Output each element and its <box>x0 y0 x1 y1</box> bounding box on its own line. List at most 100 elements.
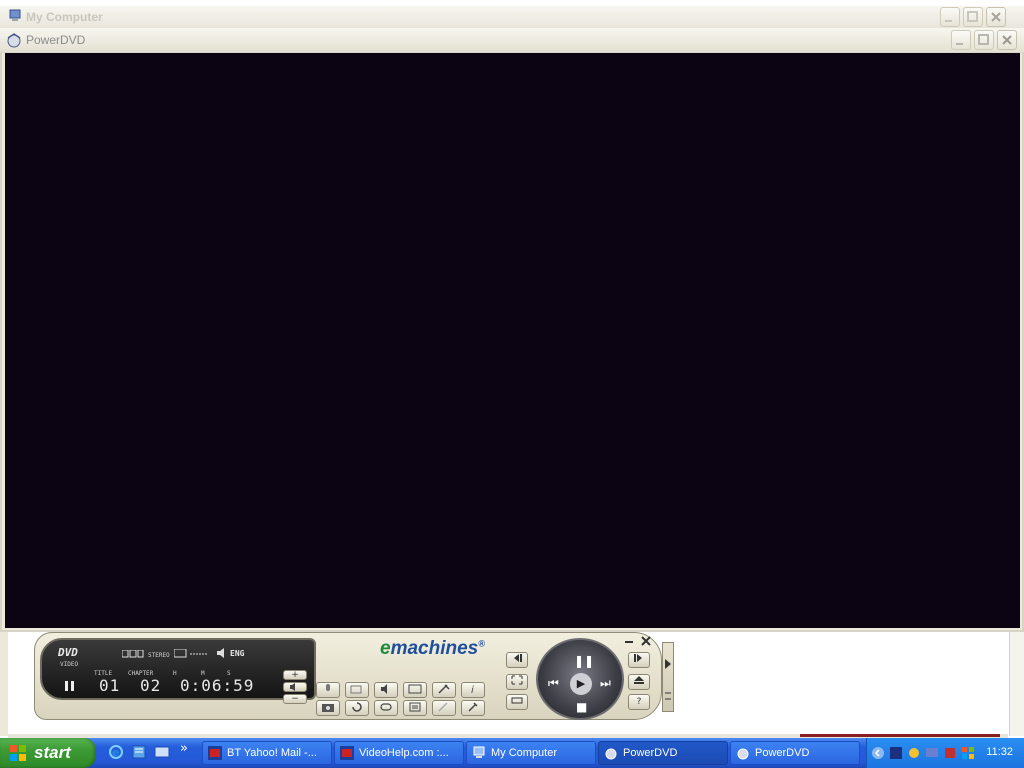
task-powerdvd-active[interactable]: PowerDVD <box>598 741 728 765</box>
audio-channels-icon <box>122 650 144 658</box>
powerdvd-maximize-button[interactable] <box>974 30 994 50</box>
emachines-brand: emachines® <box>380 638 485 660</box>
return-button[interactable] <box>345 700 369 716</box>
camera-angle-icon <box>350 685 362 694</box>
task-label: My Computer <box>491 747 558 759</box>
task-videohelp[interactable]: VideoHelp.com :... <box>334 741 464 765</box>
subtitle-icon <box>408 684 422 694</box>
language: ENG <box>230 649 245 658</box>
microphone-icon <box>326 684 330 691</box>
panel-expand-handle[interactable] <box>662 642 674 712</box>
video-display[interactable] <box>5 53 1020 628</box>
task-bt-yahoo-mail[interactable]: BT Yahoo! Mail -... <box>202 741 332 765</box>
repeat-button[interactable] <box>374 700 398 716</box>
capture-button[interactable] <box>316 700 340 716</box>
info-icon: i <box>471 685 474 696</box>
background-red-accent <box>800 734 1000 737</box>
list-icon <box>409 702 421 712</box>
eject-icon <box>634 676 644 684</box>
menu-button[interactable] <box>403 700 427 716</box>
browser-window-icon <box>208 746 222 760</box>
audio-stream-icon <box>381 684 387 694</box>
task-powerdvd[interactable]: PowerDVD <box>730 741 860 765</box>
background-scrollbar[interactable] <box>1009 632 1024 736</box>
tray-expand-icon[interactable] <box>871 746 885 760</box>
tray-app-icon[interactable] <box>889 746 903 760</box>
play-button[interactable]: ▶ <box>570 673 592 695</box>
navigation-dial[interactable]: ❚❚ ⏮ ⏭ ■ ▶ <box>536 638 624 720</box>
browser-window-icon <box>340 746 354 760</box>
help-button[interactable]: ? <box>628 694 650 710</box>
my-computer-icon <box>9 9 21 21</box>
audio-button[interactable] <box>374 682 398 698</box>
karaoke-button[interactable] <box>316 682 340 698</box>
volume-icon <box>217 648 224 658</box>
volume-up-button[interactable]: + <box>283 670 307 680</box>
close-icon <box>991 12 1001 22</box>
tools-button[interactable] <box>461 700 485 716</box>
my-computer-minimize-button[interactable] <box>940 7 960 27</box>
pause-button[interactable]: ❚❚ <box>574 654 594 668</box>
subtitle-button[interactable] <box>403 682 427 698</box>
my-computer-title: My Computer <box>26 10 103 24</box>
powerdvd-control-panel[interactable]: DVD VIDEO STEREO ENG TITLE CHAPTER H M S… <box>34 632 674 722</box>
my-computer-close-button[interactable] <box>986 7 1006 27</box>
my-computer-maximize-button[interactable] <box>963 7 983 27</box>
minimize-icon <box>945 20 952 22</box>
tray-windows-icon[interactable] <box>961 746 975 760</box>
previous-chapter-button[interactable]: ⏮ <box>548 676 559 691</box>
panel-minimize-button[interactable] <box>624 636 634 646</box>
camera-icon <box>322 704 334 712</box>
step-back-button[interactable] <box>506 652 528 668</box>
powerdvd-titlebar[interactable]: PowerDVD <box>0 28 1024 53</box>
speaker-icon <box>290 683 295 691</box>
powerdvd-app-icon <box>605 748 617 760</box>
disc-button[interactable] <box>506 694 528 710</box>
minimize-icon <box>956 43 963 45</box>
fullscreen-icon <box>511 675 523 685</box>
my-computer-titlebar[interactable]: My Computer <box>0 6 1024 29</box>
fullscreen-button[interactable] <box>506 674 528 690</box>
angle-button[interactable] <box>345 682 369 698</box>
stop-button[interactable]: ■ <box>576 700 587 714</box>
panel-close-button[interactable] <box>640 635 652 647</box>
tray-security-icon[interactable] <box>943 746 957 760</box>
task-my-computer[interactable]: My Computer <box>466 741 596 765</box>
dvd-logo-sub: VIDEO <box>60 661 79 668</box>
start-button[interactable]: start <box>0 738 96 768</box>
start-label: start <box>34 743 71 762</box>
step-forward-icon <box>634 654 642 662</box>
help-icon: ? <box>636 697 642 707</box>
clock[interactable]: 11:32 <box>986 746 1013 758</box>
tray-network-icon[interactable] <box>907 746 921 760</box>
repeat-icon <box>380 703 392 711</box>
outlook-express-icon[interactable] <box>131 744 147 760</box>
task-label: VideoHelp.com :... <box>359 747 449 759</box>
task-label: BT Yahoo! Mail -... <box>227 747 317 759</box>
show-desktop-icon[interactable] <box>154 744 170 760</box>
info-button[interactable]: i <box>461 682 485 698</box>
powerdvd-close-button[interactable] <box>997 30 1017 50</box>
disabled-edit-button[interactable] <box>432 700 456 716</box>
my-computer-icon <box>473 746 485 758</box>
next-chapter-button[interactable]: ⏭ <box>600 676 611 691</box>
title-number: 01 <box>99 676 121 695</box>
maximize-icon <box>978 34 989 45</box>
hours-label: H <box>173 670 177 677</box>
powerdvd-minimize-button[interactable] <box>951 30 971 50</box>
step-forward-button[interactable] <box>628 652 650 668</box>
tray-monitor-icon[interactable] <box>925 746 939 760</box>
bookmark-button[interactable] <box>432 682 456 698</box>
minus-icon: − <box>291 694 299 704</box>
tools-icon <box>468 702 478 712</box>
step-back-icon <box>514 654 522 662</box>
system-tray: 11:32 <box>866 738 1024 768</box>
internet-explorer-icon[interactable]: e <box>108 744 124 760</box>
subtitle-indicator-icon <box>174 649 208 658</box>
volume-down-button[interactable]: − <box>283 694 307 704</box>
quicklaunch-chevron[interactable]: » <box>180 741 188 756</box>
mute-button[interactable] <box>283 682 307 692</box>
plus-icon: + <box>291 670 299 680</box>
eject-button[interactable] <box>628 674 650 690</box>
powerdvd-app-icon <box>737 748 749 760</box>
